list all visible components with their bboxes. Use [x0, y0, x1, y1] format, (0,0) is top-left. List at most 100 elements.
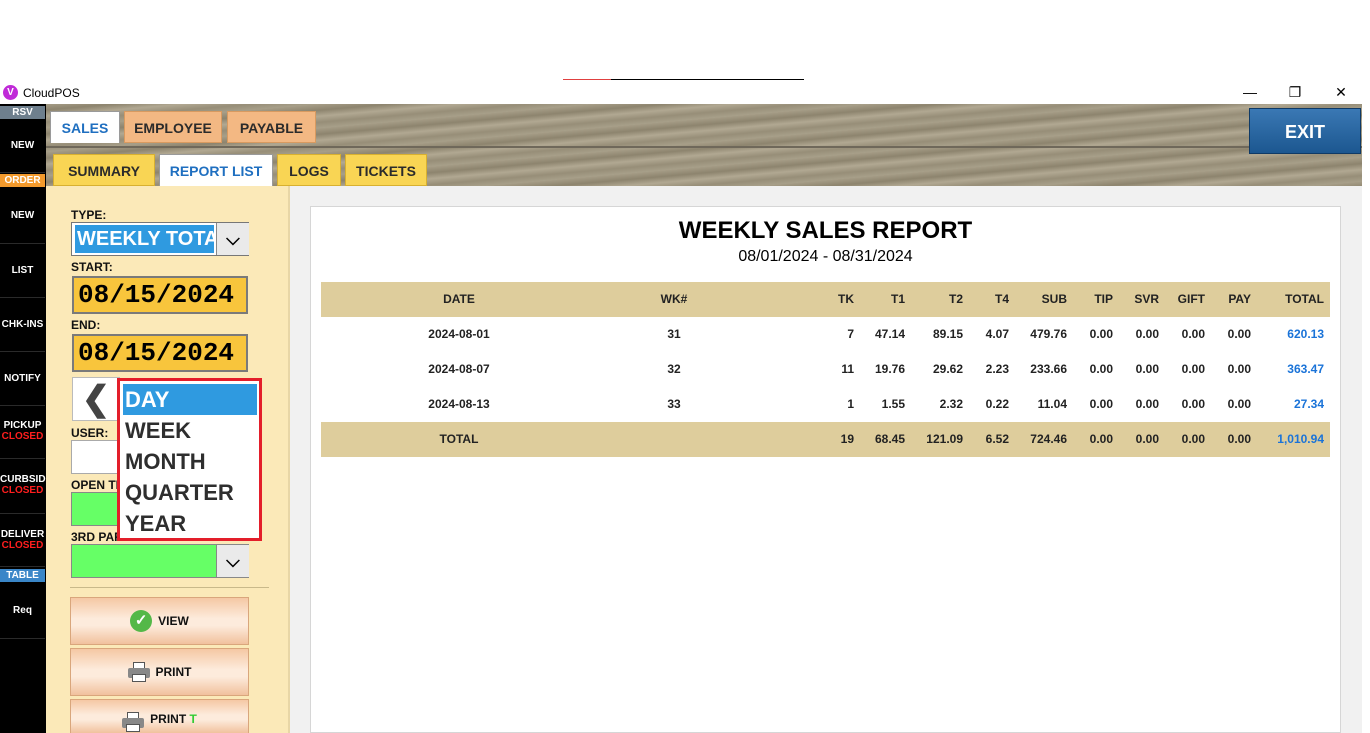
table-row[interactable]: 2024-08-13 33 1 1.55 2.32 0.22 11.04 0.0… — [321, 387, 1330, 422]
curbside-button[interactable]: CURBSID CLOSED — [0, 460, 46, 514]
end-label: END: — [71, 318, 101, 332]
cell-sub: 724.46 — [1030, 432, 1067, 446]
tab-payable[interactable]: PAYABLE — [227, 111, 316, 143]
cell-svr: 0.00 — [1135, 432, 1159, 446]
period-option-week[interactable]: WEEK — [123, 415, 257, 446]
chevron-down-icon[interactable]: ⌵ — [216, 223, 249, 255]
cell-t2: 2.32 — [939, 397, 963, 411]
cell-sub: 479.76 — [1030, 327, 1067, 341]
pickup-button[interactable]: PICKUP CLOSED — [0, 406, 45, 459]
restore-button[interactable]: ❐ — [1273, 82, 1317, 102]
cell-pay: 0.00 — [1227, 327, 1251, 341]
view-button[interactable]: ✓ VIEW — [70, 597, 249, 645]
order-new-button[interactable]: NEW — [0, 188, 45, 244]
column-header: T4 — [994, 292, 1009, 306]
column-header: PAY — [1228, 292, 1251, 306]
cell-date: 2024-08-01 — [428, 327, 490, 341]
table-row[interactable]: 2024-08-01 31 7 47.14 89.15 4.07 479.76 … — [321, 317, 1330, 352]
cell-tip: 0.00 — [1089, 327, 1113, 341]
cell-tk: 19 — [840, 432, 854, 446]
cell-date: 2024-08-07 — [428, 362, 490, 376]
pickup-status: CLOSED — [1, 431, 44, 442]
column-header: WK# — [660, 292, 688, 306]
table-req-button[interactable]: Req — [0, 584, 45, 639]
cell-pay: 0.00 — [1227, 362, 1251, 376]
start-date-field[interactable]: 08/15/2024 — [72, 276, 248, 314]
cell-t1: 1.55 — [881, 397, 905, 411]
cell-tip: 0.00 — [1089, 432, 1113, 446]
delivery-button[interactable]: DELIVER CLOSED — [0, 515, 45, 567]
cell-grand-total: 1,010.94 — [1277, 432, 1324, 446]
user-label: USER: — [71, 426, 109, 440]
cell-t1: 19.76 — [874, 362, 905, 376]
cell-pay: 0.00 — [1227, 397, 1251, 411]
period-option-month[interactable]: MONTH — [123, 446, 257, 477]
chevron-down-icon[interactable]: ⌵ — [216, 545, 249, 577]
cell-week — [596, 422, 752, 457]
cell-t2: 121.09 — [926, 432, 963, 446]
cell-tk: 1 — [847, 397, 854, 411]
cell-t4: 0.22 — [985, 397, 1009, 411]
start-label: START: — [71, 260, 113, 274]
cell-gift: 0.00 — [1181, 432, 1205, 446]
tab-sales[interactable]: SALES — [50, 111, 120, 143]
cell-sub: 11.04 — [1037, 397, 1067, 411]
column-header: T1 — [890, 292, 905, 306]
previous-period-button[interactable]: ❮ — [72, 377, 120, 421]
order-list-button[interactable]: LIST — [0, 244, 45, 298]
print-t-button-label: PRINT T — [150, 712, 197, 726]
title-bar — [0, 82, 1370, 104]
printer-icon — [127, 662, 150, 682]
order-section-header: ORDER — [0, 174, 45, 187]
delivery-label: DELIVER — [0, 529, 45, 540]
rsv-section-header: RSV — [0, 106, 45, 119]
tab-tickets[interactable]: TICKETS — [345, 154, 427, 186]
notify-button[interactable]: NOTIFY — [0, 352, 45, 406]
exit-button[interactable]: EXIT — [1249, 108, 1361, 154]
print-button[interactable]: PRINT — [70, 648, 249, 696]
third-party-label: 3RD PAR — [71, 530, 123, 544]
type-label: TYPE: — [71, 208, 107, 222]
report-title: WEEKLY SALES REPORT — [678, 217, 973, 244]
column-header: SUB — [1041, 292, 1067, 306]
table-header-row: DATE WK# TK T1 T2 T4 SUB TIP SVR GIFT PA… — [321, 282, 1330, 317]
cell-svr: 0.00 — [1135, 362, 1159, 376]
cell-total-link[interactable]: 27.34 — [1251, 387, 1324, 422]
period-option-quarter[interactable]: QUARTER — [123, 477, 257, 508]
printer-icon — [122, 712, 145, 732]
check-ins-button[interactable]: CHK-INS — [0, 298, 45, 352]
close-button[interactable]: ✕ — [1319, 82, 1363, 102]
period-option-day[interactable]: DAY — [123, 384, 257, 415]
cell-svr: 0.00 — [1135, 327, 1159, 341]
period-option-year[interactable]: YEAR — [123, 508, 257, 539]
end-date-field[interactable]: 08/15/2024 — [72, 334, 248, 372]
cell-week: 31 — [667, 327, 681, 341]
tab-summary[interactable]: SUMMARY — [53, 154, 155, 186]
table-row[interactable]: 2024-08-07 32 11 19.76 29.62 2.23 233.66… — [321, 352, 1330, 387]
pickup-label: PICKUP — [3, 420, 42, 431]
print-button-label: PRINT — [155, 665, 192, 679]
cell-tip: 0.00 — [1089, 362, 1113, 376]
minimize-button[interactable]: — — [1228, 82, 1272, 102]
header-divider — [46, 146, 1362, 148]
window-title: CloudPOS — [23, 86, 80, 100]
check-icon: ✓ — [130, 610, 153, 632]
cell-t4: 4.07 — [985, 327, 1009, 341]
tab-logs[interactable]: LOGS — [277, 154, 341, 186]
tab-report-list[interactable]: REPORT LIST — [159, 154, 273, 186]
column-header: DATE — [443, 292, 475, 306]
table-section-header: TABLE — [0, 569, 45, 582]
period-dropdown: DAY WEEK MONTH QUARTER YEAR — [117, 378, 262, 541]
cell-t4: 6.52 — [985, 432, 1009, 446]
rsv-new-button[interactable]: NEW — [0, 120, 45, 173]
loading-bar-progress — [563, 79, 611, 80]
cell-week: 33 — [667, 397, 681, 411]
cell-total-link[interactable]: 620.13 — [1251, 317, 1324, 352]
type-select-value: WEEKLY TOTA — [75, 225, 214, 253]
column-header: TK — [838, 292, 854, 306]
column-header: TIP — [1094, 292, 1113, 306]
table-total-row: TOTAL 19 68.45 121.09 6.52 724.46 0.00 0… — [321, 422, 1330, 457]
tab-employee[interactable]: EMPLOYEE — [124, 111, 222, 143]
cell-total-link[interactable]: 363.47 — [1251, 352, 1324, 387]
print-t-button[interactable]: PRINT T — [70, 699, 249, 733]
